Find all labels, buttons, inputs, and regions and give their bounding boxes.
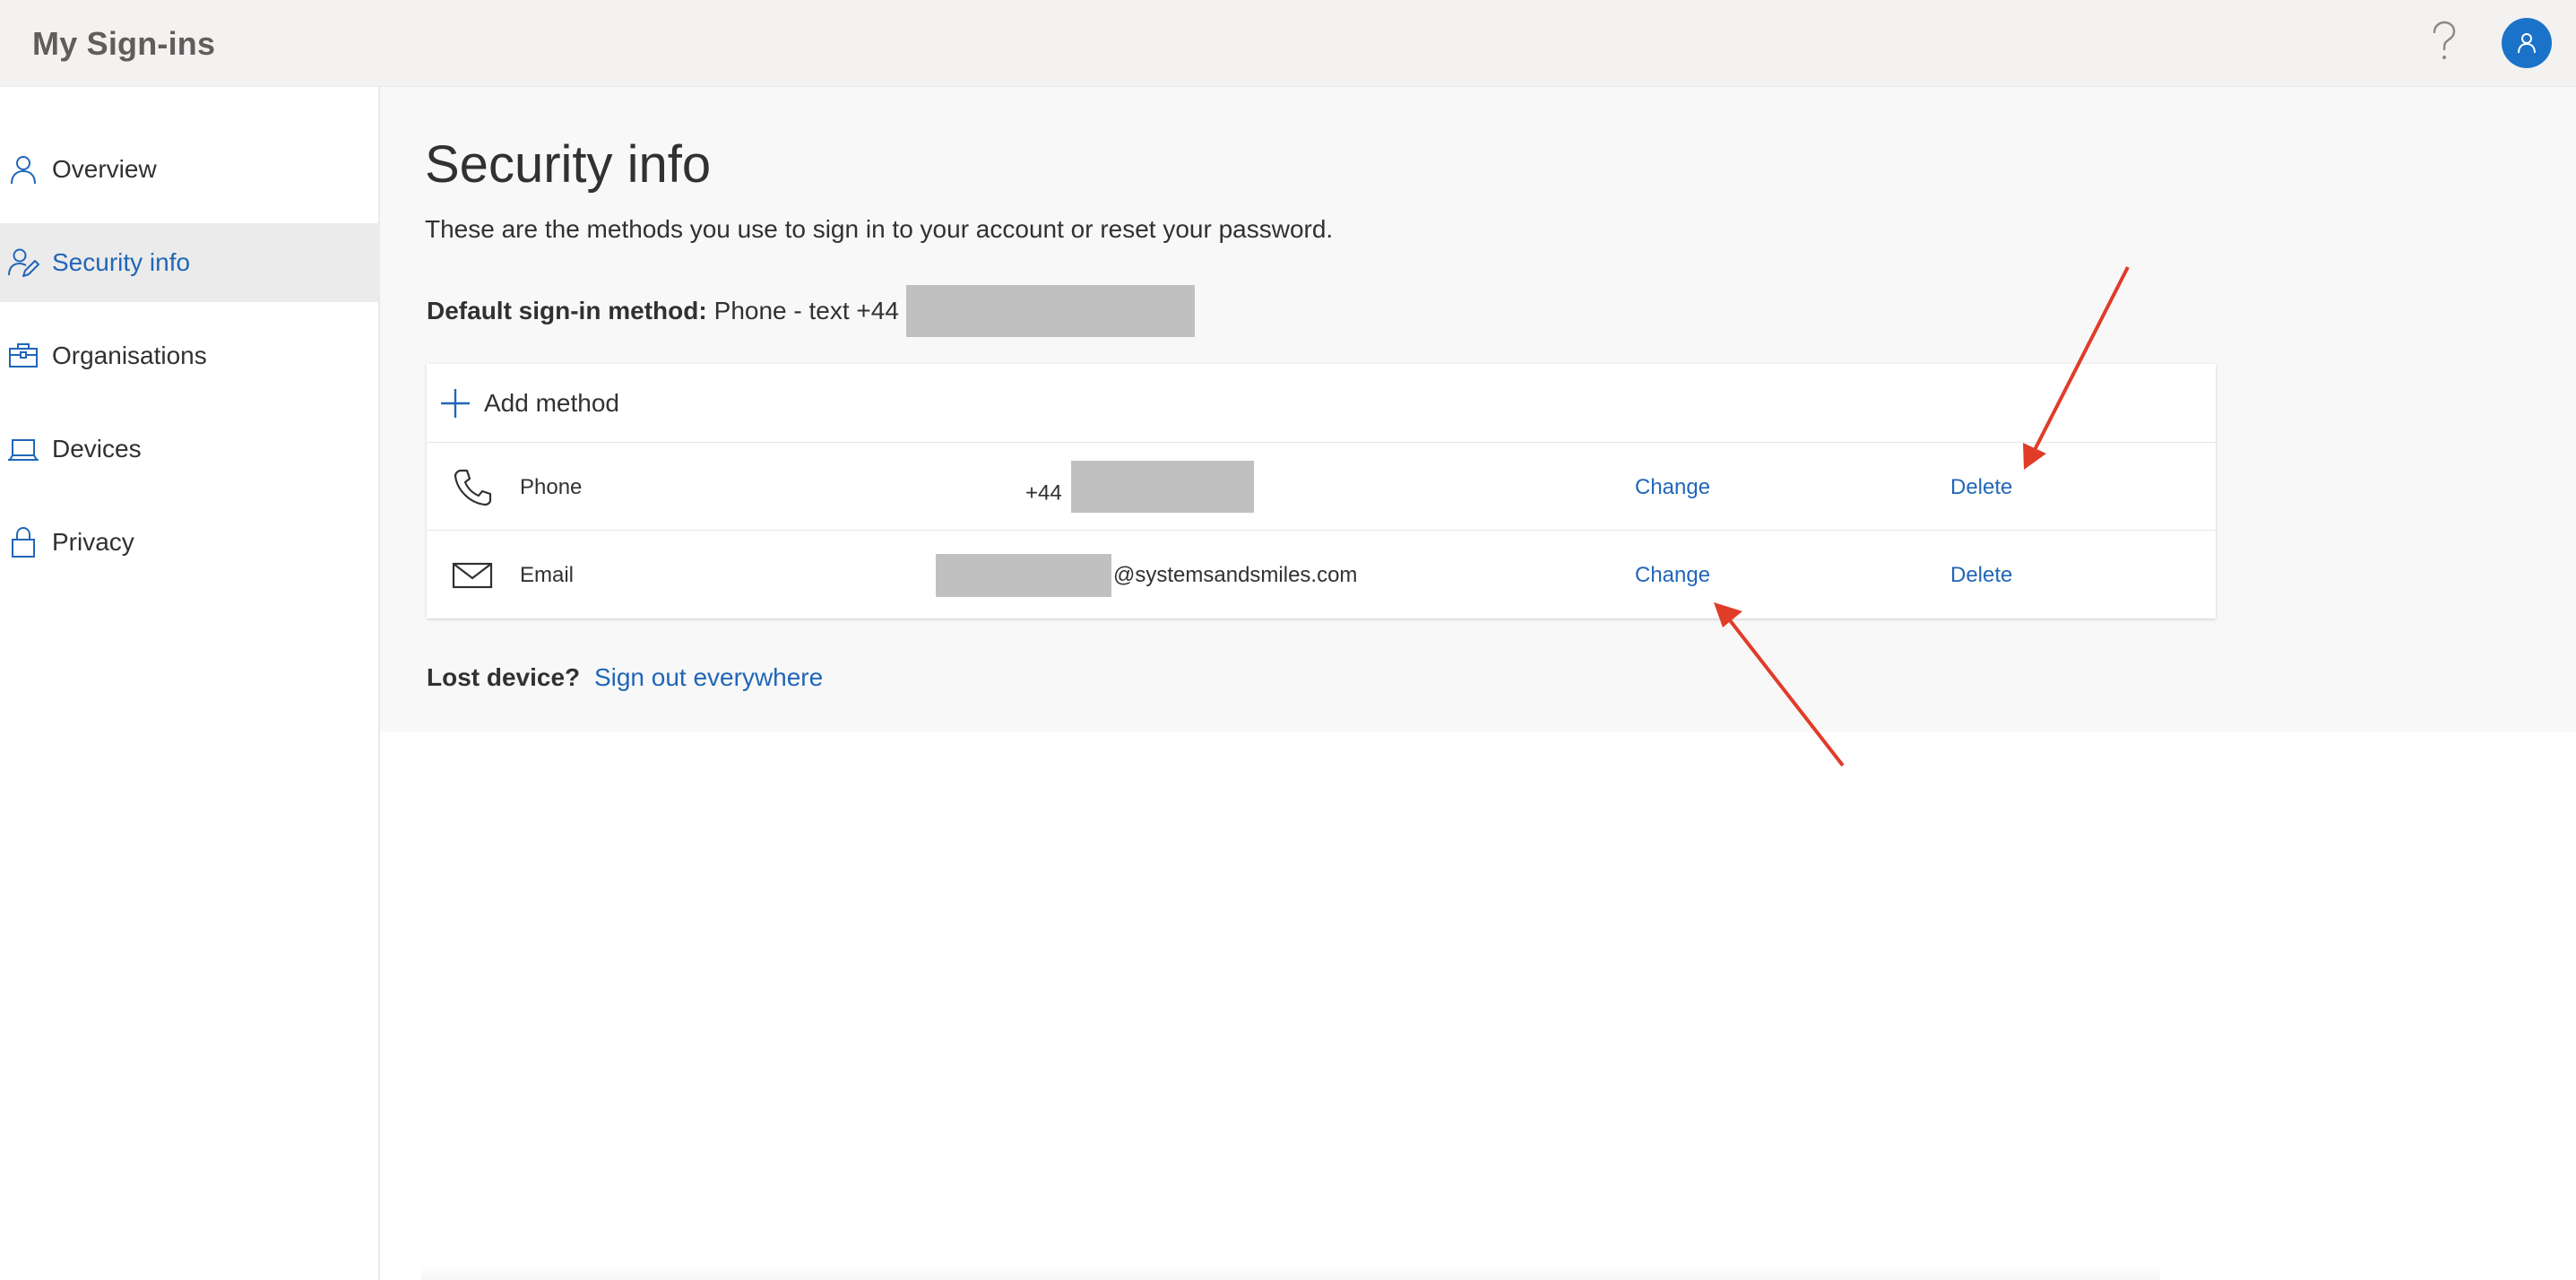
phone-icon xyxy=(454,469,492,506)
mail-icon xyxy=(452,562,493,589)
change-email-link[interactable]: Change xyxy=(1635,563,1710,588)
method-row-email: Email @systemsandsmiles.com Change Delet… xyxy=(427,531,2216,618)
methods-card: Add method Phone +44 Change Delete Email… xyxy=(427,364,2216,618)
add-method-label: Add method xyxy=(484,389,619,417)
method-name: Email xyxy=(520,563,575,587)
sidebar-item-organisations[interactable]: Organisations xyxy=(0,316,378,395)
laptop-icon xyxy=(8,439,39,461)
person-icon xyxy=(2518,33,2536,54)
bottom-shadow xyxy=(421,1266,2160,1280)
sign-out-everywhere-link[interactable]: Sign out everywhere xyxy=(594,663,823,691)
sidebar-item-security-info[interactable]: Security info xyxy=(0,223,378,302)
add-method-button[interactable]: Add method xyxy=(427,364,2216,443)
sidebar-item-overview[interactable]: Overview xyxy=(0,130,378,209)
sidebar-item-privacy[interactable]: Privacy xyxy=(0,503,378,582)
delete-phone-link[interactable]: Delete xyxy=(1950,475,2012,500)
plus-icon xyxy=(441,389,470,418)
avatar[interactable] xyxy=(2502,18,2552,68)
default-sign-in-method: Default sign-in method: Phone - text +44 xyxy=(427,285,1195,337)
question-mark-icon[interactable] xyxy=(2425,20,2461,66)
lost-device-label: Lost device? xyxy=(427,663,581,691)
person-edit-icon xyxy=(8,248,39,277)
sidebar-item-devices[interactable]: Devices xyxy=(0,410,378,489)
lock-icon xyxy=(12,526,35,558)
app-title: My Sign-ins xyxy=(32,25,216,62)
method-row-phone: Phone +44 Change Delete xyxy=(427,443,2216,531)
method-name: Phone xyxy=(520,475,583,499)
default-method-value: Phone - text +44 xyxy=(713,297,899,324)
default-method-label: Default sign-in method: xyxy=(427,297,707,324)
method-value: @systemsandsmiles.com xyxy=(1113,563,1358,587)
top-bar: My Sign-ins xyxy=(0,0,2576,87)
page-title: Security info xyxy=(425,135,712,194)
sidebar-item-label: Devices xyxy=(52,435,142,463)
delete-email-link[interactable]: Delete xyxy=(1950,563,2012,588)
sidebar-item-label: Organisations xyxy=(52,342,207,369)
redaction-block xyxy=(936,554,1111,597)
sidebar-item-label: Privacy xyxy=(52,528,134,556)
page-description: These are the methods you use to sign in… xyxy=(425,215,1334,243)
redaction-block xyxy=(905,285,1195,337)
person-icon xyxy=(11,156,36,185)
redaction-block xyxy=(1071,461,1255,513)
briefcase-icon xyxy=(9,343,38,368)
sidebar: Overview Security info Organisations Dev… xyxy=(0,87,380,1280)
lost-device: Lost device? Sign out everywhere xyxy=(427,663,823,692)
change-phone-link[interactable]: Change xyxy=(1635,475,1710,500)
method-value: +44 xyxy=(1025,461,1255,513)
sidebar-item-label: Overview xyxy=(52,155,157,183)
sidebar-item-label: Security info xyxy=(52,248,191,276)
